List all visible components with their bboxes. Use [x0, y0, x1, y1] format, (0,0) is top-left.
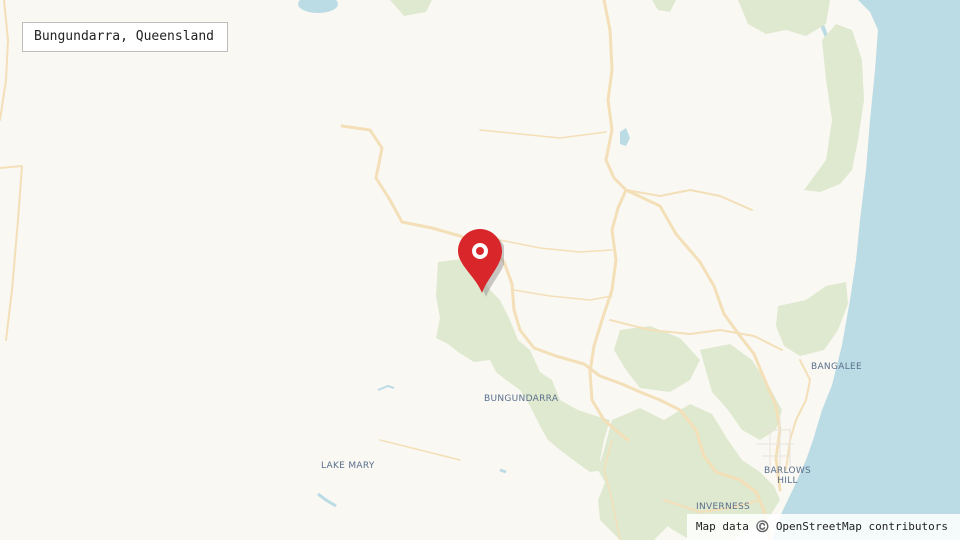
map-view[interactable]: BUNGUNDARRA LAKE MARY BANGALEE BARLOWS H… — [0, 0, 960, 540]
location-search-box[interactable]: Bungundarra, Queensland — [22, 22, 228, 52]
place-label-bungundarra: BUNGUNDARRA — [484, 394, 559, 404]
map-attribution[interactable]: Map data ©️ OpenStreetMap contributors — [686, 514, 960, 540]
place-label-barlows-hill: BARLOWS HILL — [764, 466, 812, 486]
place-label-bangalee: BANGALEE — [811, 362, 862, 372]
place-label-lake-mary: LAKE MARY — [321, 461, 375, 471]
creek-mid — [499, 468, 507, 474]
map-pin-icon[interactable] — [458, 229, 506, 297]
place-label-inverness: INVERNESS — [696, 502, 751, 512]
